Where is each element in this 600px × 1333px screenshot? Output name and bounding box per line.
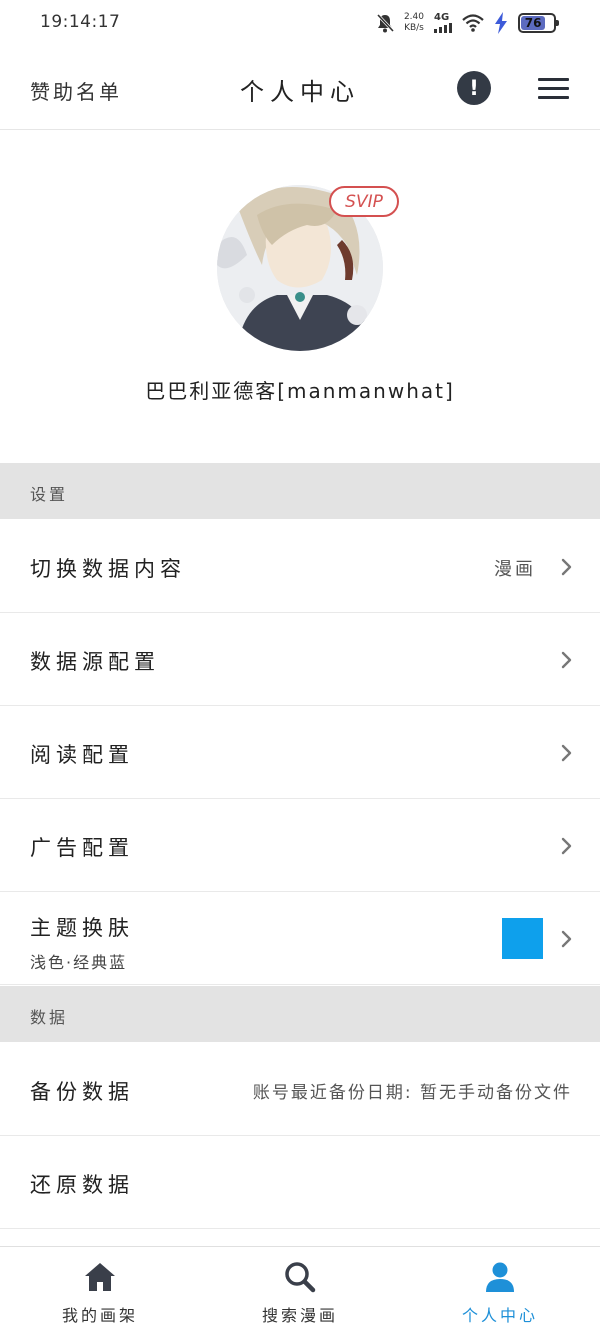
section-title: 数据 xyxy=(30,1008,69,1027)
row-value: 账号最近备份日期: 暂无手动备份文件 xyxy=(252,1083,572,1103)
row-label: 数据源配置 xyxy=(30,650,160,674)
username: 巴巴利亚德客[manmanwhat] xyxy=(145,379,455,403)
bell-off-icon xyxy=(376,13,394,33)
bottom-tab-bar: 我的画架 搜索漫画 个人中心 xyxy=(0,1246,600,1333)
section-header-data: 数据 xyxy=(0,986,600,1042)
chevron-right-icon xyxy=(561,744,572,762)
battery-level: 76 xyxy=(524,16,542,30)
row-label: 阅读配置 xyxy=(30,743,134,767)
row-label: 备份数据 xyxy=(30,1080,134,1104)
network-speed-unit: KB/s xyxy=(404,23,424,33)
section-title: 设置 xyxy=(30,485,69,504)
backup-data-row[interactable]: 备份数据 账号最近备份日期: 暂无手动备份文件 xyxy=(0,1043,600,1136)
battery-icon: 76 xyxy=(518,13,559,33)
cellular-signal: 4G xyxy=(434,13,452,33)
row-label: 广告配置 xyxy=(30,836,134,860)
ad-config-row[interactable]: 广告配置 xyxy=(0,799,600,892)
home-icon xyxy=(85,1263,115,1291)
theme-color-swatch xyxy=(502,918,543,959)
wifi-icon xyxy=(462,14,484,32)
switch-data-content-row[interactable]: 切换数据内容 漫画 xyxy=(0,520,600,613)
signal-label: 4G xyxy=(434,12,450,23)
row-label: 切换数据内容 xyxy=(30,557,186,581)
tab-search-comics[interactable]: 搜索漫画 xyxy=(200,1247,400,1333)
tab-label: 我的画架 xyxy=(61,1306,138,1325)
status-bar: 19:14:17 2.40 KB/s 4G 76 xyxy=(0,0,600,46)
status-icons: 2.40 KB/s 4G 76 xyxy=(376,10,559,36)
chevron-right-icon xyxy=(561,837,572,855)
alert-icon[interactable]: ! xyxy=(457,71,491,105)
reading-config-row[interactable]: 阅读配置 xyxy=(0,706,600,799)
network-speed-value: 2.40 xyxy=(403,12,424,22)
tab-personal-center[interactable]: 个人中心 xyxy=(400,1247,600,1333)
page-title: 个人中心 xyxy=(240,78,360,106)
chevron-right-icon xyxy=(561,558,572,576)
theme-skin-row[interactable]: 主题换肤 浅色·经典蓝 xyxy=(0,892,600,985)
row-label: 主题换肤 xyxy=(30,916,134,940)
data-source-config-row[interactable]: 数据源配置 xyxy=(0,613,600,706)
tab-label: 个人中心 xyxy=(461,1306,538,1325)
charging-bolt-icon xyxy=(495,12,507,34)
section-header-settings: 设置 xyxy=(0,463,600,519)
chevron-right-icon xyxy=(561,651,572,669)
app-header: 赞助名单 个人中心 ! xyxy=(0,46,600,130)
status-time: 19:14:17 xyxy=(40,12,121,32)
user-icon xyxy=(486,1262,514,1292)
hamburger-menu-icon[interactable] xyxy=(538,78,569,99)
search-icon xyxy=(285,1262,316,1293)
network-speed: 2.40 KB/s xyxy=(404,12,424,34)
chevron-right-icon xyxy=(561,930,572,948)
row-label: 还原数据 xyxy=(30,1173,134,1197)
restore-data-row[interactable]: 还原数据 xyxy=(0,1136,600,1229)
tab-my-shelf[interactable]: 我的画架 xyxy=(0,1247,200,1333)
row-subtitle: 浅色·经典蓝 xyxy=(30,953,128,972)
tab-label: 搜索漫画 xyxy=(261,1306,338,1325)
row-value: 漫画 xyxy=(494,559,536,580)
signal-bars-icon xyxy=(434,23,452,33)
svip-badge: SVIP xyxy=(329,186,399,217)
